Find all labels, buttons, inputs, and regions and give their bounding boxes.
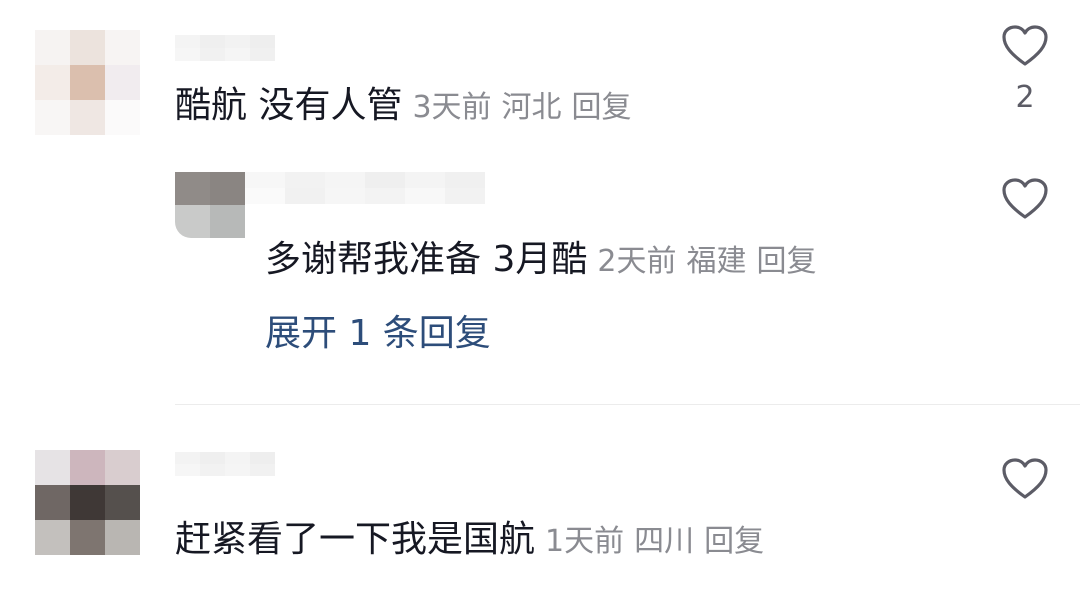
reply-button[interactable]: 回复 bbox=[572, 90, 632, 125]
comment-content: 酷航 没有人管 bbox=[175, 85, 403, 126]
comment-list: 酷航 没有人管3天前河北回复 2 多谢帮我准备 3月酷2天前福建回复 bbox=[0, 0, 1080, 602]
heart-outline-icon bbox=[1002, 178, 1048, 219]
heart-outline-icon bbox=[1002, 25, 1048, 66]
reply-button[interactable]: 回复 bbox=[704, 524, 764, 559]
comment-divider bbox=[175, 404, 1080, 405]
comment-time: 1天前 bbox=[545, 524, 625, 559]
username-blurred[interactable] bbox=[175, 452, 275, 476]
comment-body: 酷航 没有人管 3天前 河北 回复 bbox=[175, 84, 642, 130]
comment-region: 四川 bbox=[634, 524, 695, 559]
heart-outline-icon bbox=[1002, 458, 1048, 499]
reply-like-button[interactable] bbox=[1000, 177, 1050, 221]
user-avatar[interactable] bbox=[35, 450, 140, 555]
comment-content: 赶紧看了一下我是国航 bbox=[175, 519, 536, 560]
comment-body: 赶紧看了一下我是国航 1天前 四川 回复 bbox=[175, 518, 774, 564]
reply-user-avatar[interactable] bbox=[175, 172, 245, 238]
reply-time: 2天前 bbox=[597, 244, 677, 279]
expand-replies-link[interactable]: 展开 1 条回复 bbox=[265, 312, 491, 356]
comment-time: 3天前 bbox=[412, 90, 492, 125]
reply-content: 多谢帮我准备 3月酷 bbox=[265, 239, 588, 280]
like-button[interactable]: 2 bbox=[1000, 24, 1050, 116]
reply-reply-button[interactable]: 回复 bbox=[756, 244, 816, 279]
reply-region: 福建 bbox=[686, 244, 747, 279]
comment-region: 河北 bbox=[501, 90, 562, 125]
username-blurred[interactable] bbox=[175, 35, 275, 61]
reply-username-blurred[interactable] bbox=[245, 172, 485, 204]
like-count: 2 bbox=[1015, 80, 1035, 115]
user-avatar[interactable] bbox=[35, 30, 140, 135]
like-button[interactable] bbox=[1000, 457, 1050, 501]
reply-body: 多谢帮我准备 3月酷 2天前 福建 回复 bbox=[265, 238, 826, 284]
